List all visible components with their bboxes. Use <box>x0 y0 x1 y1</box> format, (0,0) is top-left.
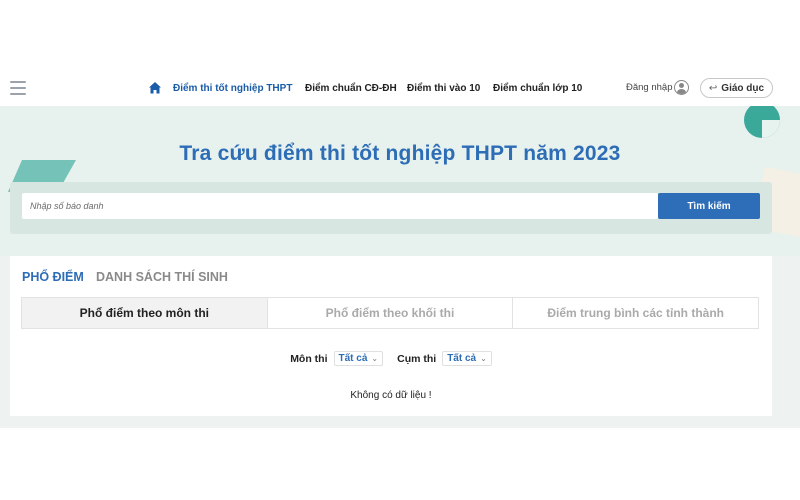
education-button-label: Giáo dục <box>721 82 765 94</box>
chevron-down-icon: ⌄ <box>371 354 379 363</box>
subtab-by-block[interactable]: Phổ điểm theo khối thi <box>268 298 514 328</box>
nav-link-diem-chuan-lop-10[interactable]: Điểm chuẩn lớp 10 <box>493 83 582 94</box>
nav-link-diem-thi-tot-nghiep[interactable]: Điểm thi tốt nghiệp THPT <box>173 83 292 94</box>
filter-row: Môn thi Tất cả ⌄ Cụm thi Tất cả ⌄ <box>10 351 772 366</box>
cluster-filter: Cụm thi Tất cả ⌄ <box>397 351 492 366</box>
back-arrow-icon: ↩ <box>708 82 718 94</box>
cluster-select-value: Tất cả <box>447 353 477 364</box>
results-section: PHỔ ĐIỂM DANH SÁCH THÍ SINH Phổ điểm the… <box>0 256 800 428</box>
subject-filter: Môn thi Tất cả ⌄ <box>290 351 384 366</box>
tab-pho-diem[interactable]: PHỔ ĐIỂM <box>22 270 84 284</box>
nav-link-diem-thi-vao-10[interactable]: Điểm thi vào 10 <box>407 83 480 94</box>
cluster-filter-label: Cụm thi <box>397 352 437 365</box>
search-bar: Tìm kiếm <box>10 182 772 234</box>
subject-select-value: Tất cả <box>338 353 368 364</box>
education-button[interactable]: ↩ Giáo dục <box>700 78 773 98</box>
candidate-number-input[interactable] <box>22 193 658 219</box>
page-title: Tra cứu điểm thi tốt nghiệp THPT năm 202… <box>179 142 621 165</box>
subtab-by-subject[interactable]: Phổ điểm theo môn thi <box>22 298 268 328</box>
menu-icon[interactable] <box>10 81 26 95</box>
tab-danh-sach-thi-sinh[interactable]: DANH SÁCH THÍ SINH <box>96 270 228 284</box>
subtab-bar: Phổ điểm theo môn thi Phổ điểm theo khối… <box>21 297 759 329</box>
user-icon[interactable] <box>674 80 689 95</box>
chevron-down-icon: ⌄ <box>480 354 487 363</box>
search-button[interactable]: Tìm kiếm <box>658 193 760 219</box>
subject-select[interactable]: Tất cả ⌄ <box>333 351 384 366</box>
cluster-select[interactable]: Tất cả ⌄ <box>442 351 492 366</box>
top-navbar: Điểm thi tốt nghiệp THPT Điểm chuẩn CĐ-Đ… <box>0 72 800 106</box>
empty-state-message: Không có dữ liệu ! <box>350 390 432 401</box>
home-icon[interactable] <box>148 81 162 95</box>
subject-filter-label: Môn thi <box>290 352 328 365</box>
login-link[interactable]: Đăng nhập <box>626 82 672 93</box>
results-card: PHỔ ĐIỂM DANH SÁCH THÍ SINH Phổ điểm the… <box>10 256 772 416</box>
nav-link-diem-chuan-cd-dh[interactable]: Điểm chuẩn CĐ-ĐH <box>305 83 397 94</box>
hero-banner: Tra cứu điểm thi tốt nghiệp THPT năm 202… <box>0 106 800 256</box>
page: Điểm thi tốt nghiệp THPT Điểm chuẩn CĐ-Đ… <box>0 0 800 500</box>
subtab-province-average[interactable]: Điểm trung bình các tỉnh thành <box>513 298 758 328</box>
